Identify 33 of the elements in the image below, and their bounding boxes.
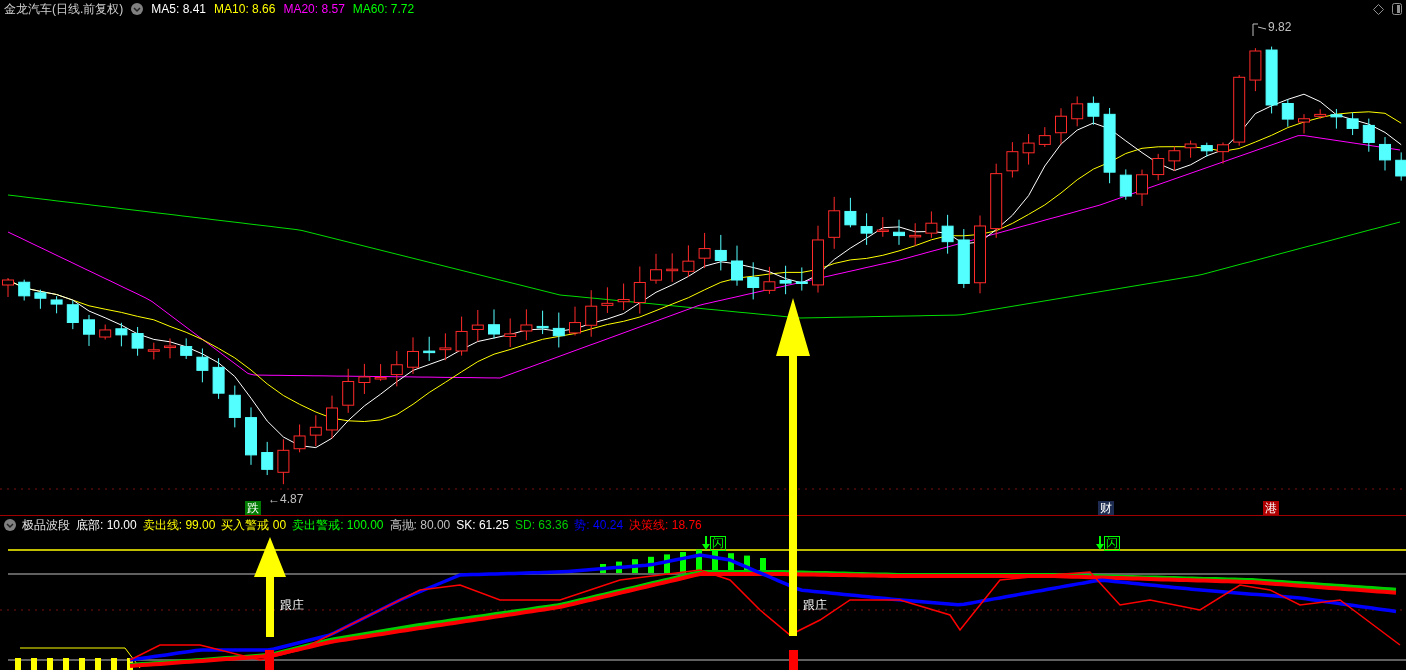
high-price-label: 9.82	[1268, 19, 1292, 36]
indicator-value: 底部: 10.00	[76, 517, 137, 534]
indicator-value: 决策线: 18.76	[629, 517, 702, 534]
diamond-icon[interactable]	[1373, 3, 1384, 15]
indicator-value: SK: 61.25	[456, 517, 509, 534]
follow-tag: 跟庄	[280, 596, 304, 614]
ma-value: MA60: 7.72	[352, 1, 415, 18]
chart-title: 金龙汽车(日线.前复权)	[4, 1, 124, 18]
signal-bar	[789, 650, 798, 670]
signal-marker: 港	[1263, 501, 1279, 515]
panel-toggle-icon[interactable]	[1392, 3, 1402, 15]
indicator-value: 买入警戒 00	[221, 517, 287, 534]
down-arrow-icon	[1096, 536, 1104, 550]
indicator-value: 势: 40.24	[574, 517, 624, 534]
leader-line	[1252, 23, 1267, 37]
dropdown-icon[interactable]	[4, 519, 16, 531]
indicator-name: 极品波段	[22, 517, 70, 534]
ma-value: MA10: 8.66	[214, 1, 276, 18]
signal-marker: 财	[1098, 501, 1114, 515]
flash-signal: 闪	[1104, 536, 1120, 551]
indicator-value: 高抛: 80.00	[389, 517, 451, 534]
dropdown-icon[interactable]	[131, 3, 144, 15]
indicator-value: 卖出警戒: 100.00	[292, 517, 384, 534]
signal-marker: 跌	[245, 501, 261, 515]
down-arrow-icon	[702, 536, 710, 550]
ma-value: MA20: 8.57	[283, 1, 345, 18]
indicator-value: 卖出线: 99.00	[142, 517, 216, 534]
indicator-value: SD: 63.36	[514, 517, 569, 534]
low-price-label: ←4.87	[268, 491, 304, 508]
follow-tag: 跟庄	[803, 596, 827, 614]
flash-signal: 闪	[710, 536, 726, 551]
signal-bar	[265, 650, 274, 670]
ma-value: MA5: 8.41	[151, 1, 207, 18]
